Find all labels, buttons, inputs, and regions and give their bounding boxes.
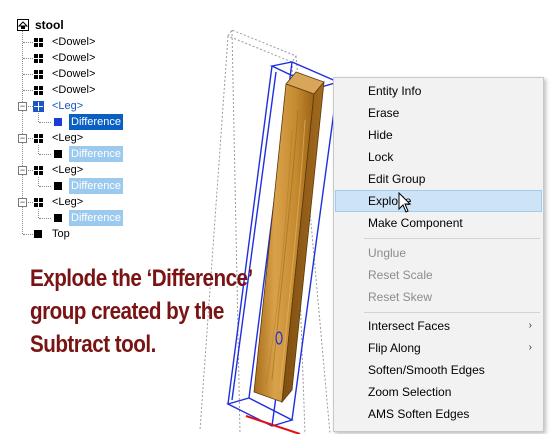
- tree-item-label: <Dowel>: [52, 36, 96, 48]
- tree-item-label: <Dowel>: [52, 52, 96, 64]
- tree-item-dowel[interactable]: <Dowel>: [0, 82, 120, 98]
- tree-line: [28, 106, 33, 107]
- tree-line: [28, 138, 33, 139]
- menu-item-label: Flip Along: [368, 341, 421, 355]
- tree-item-label: <Dowel>: [52, 68, 96, 80]
- tree-line: [39, 186, 51, 187]
- menu-item-unglue[interactable]: Unglue: [335, 242, 542, 264]
- menu-item-label: Unglue: [368, 246, 407, 260]
- collapse-toggle[interactable]: −: [18, 102, 27, 111]
- tree-item-dowel[interactable]: <Dowel>: [0, 66, 120, 82]
- tree-item-leg[interactable]: − <Leg>: [0, 98, 120, 114]
- caption-line: group created by the: [30, 298, 224, 325]
- menu-item-label: Hide: [368, 128, 393, 142]
- tree-item-label: <Leg>: [52, 100, 84, 112]
- menu-item-label: AMS Soften Edges: [368, 407, 470, 421]
- tree-item-label: Difference: [69, 178, 123, 194]
- tree-line: [39, 122, 51, 123]
- tree-item-dowel[interactable]: <Dowel>: [0, 34, 120, 50]
- menu-item-label: Reset Scale: [368, 268, 433, 282]
- tree-line: [23, 74, 33, 75]
- menu-item-label: Make Component: [368, 216, 463, 230]
- menu-item-erase[interactable]: Erase: [335, 102, 542, 124]
- tree-line: [23, 42, 33, 43]
- tree-item-difference[interactable]: Difference: [0, 210, 130, 226]
- solid-component-icon: [54, 214, 62, 222]
- solid-component-icon: [54, 182, 62, 190]
- collapse-toggle[interactable]: −: [18, 198, 27, 207]
- arrow-pointer-icon: [398, 192, 412, 213]
- solid-component-icon: [54, 150, 62, 158]
- menu-item-flip-along[interactable]: Flip Along ›: [335, 337, 542, 359]
- chevron-right-icon: ›: [528, 342, 532, 353]
- collapse-toggle[interactable]: −: [18, 134, 27, 143]
- menu-item-label: Lock: [368, 150, 394, 164]
- menu-item-label: Soften/Smooth Edges: [368, 363, 485, 377]
- group-icon: [34, 86, 43, 95]
- tree-item-label: Difference: [69, 210, 123, 226]
- instruction-caption: Explode the ‘Difference’ group created b…: [30, 262, 271, 361]
- group-icon: [34, 70, 43, 79]
- tree-line: [23, 90, 33, 91]
- menu-item-label: Intersect Faces: [368, 319, 451, 333]
- group-icon: [34, 38, 43, 47]
- menu-item-hide[interactable]: Hide: [335, 124, 542, 146]
- menu-item-label: Zoom Selection: [368, 385, 452, 399]
- tree-item-leg[interactable]: − <Leg>: [0, 194, 120, 210]
- tree-item-top[interactable]: Top: [0, 226, 120, 242]
- menu-item-make-component[interactable]: Make Component: [335, 212, 542, 234]
- group-icon: [34, 198, 43, 207]
- menu-item-intersect-faces[interactable]: Intersect Faces ›: [335, 315, 542, 337]
- group-icon: [33, 101, 44, 112]
- caption-line: Explode the ‘Difference’: [30, 265, 253, 292]
- tree-item-label: Difference: [69, 114, 123, 130]
- menu-item-soften-smooth-edges[interactable]: Soften/Smooth Edges: [335, 359, 542, 381]
- chevron-right-icon: ›: [528, 320, 532, 331]
- context-menu: Entity Info Erase Hide Lock Edit Group E…: [333, 77, 544, 432]
- tree-item-label: <Leg>: [52, 164, 84, 176]
- menu-item-lock[interactable]: Lock: [335, 146, 542, 168]
- tree-item-difference[interactable]: Difference: [0, 146, 130, 162]
- group-icon: [34, 134, 43, 143]
- tree-item-label: Difference: [69, 146, 123, 162]
- collapse-toggle[interactable]: −: [18, 166, 27, 175]
- tree-item-label: Top: [52, 228, 70, 240]
- tree-item-difference[interactable]: Difference: [0, 114, 130, 130]
- tree-line: [28, 170, 33, 171]
- menu-separator: [364, 238, 540, 239]
- tree-item-dowel[interactable]: <Dowel>: [0, 50, 120, 66]
- outliner-panel: stool <Dowel> <Dowel> <Dowel> <Dowel> − …: [0, 0, 200, 250]
- tree-root[interactable]: stool: [0, 17, 120, 33]
- menu-item-label: Reset Skew: [368, 290, 433, 304]
- menu-item-label: Edit Group: [368, 172, 426, 186]
- menu-item-ams-soften-edges[interactable]: AMS Soften Edges: [335, 403, 542, 425]
- menu-item-label: Erase: [368, 106, 400, 120]
- tree-item-label: <Dowel>: [52, 84, 96, 96]
- group-icon: [34, 54, 43, 63]
- tree-root-label: stool: [35, 18, 64, 32]
- tree-item-difference[interactable]: Difference: [0, 178, 130, 194]
- menu-item-entity-info[interactable]: Entity Info: [335, 80, 542, 102]
- tree-item-label: <Leg>: [52, 196, 84, 208]
- tree-line: [39, 218, 51, 219]
- solid-component-icon: [34, 230, 42, 238]
- caption-line: Subtract tool.: [30, 331, 156, 358]
- menu-item-reset-skew[interactable]: Reset Skew: [335, 286, 542, 308]
- tree-line: [23, 58, 33, 59]
- solid-component-icon: [54, 118, 62, 126]
- menu-item-reset-scale[interactable]: Reset Scale: [335, 264, 542, 286]
- tree-item-leg[interactable]: − <Leg>: [0, 130, 120, 146]
- menu-item-explode[interactable]: Explode: [335, 190, 542, 212]
- tree-item-label: <Leg>: [52, 132, 84, 144]
- group-icon: [34, 166, 43, 175]
- tree-line: [23, 234, 33, 235]
- tree-line: [28, 202, 33, 203]
- menu-item-label: Entity Info: [368, 84, 422, 98]
- model-icon: [17, 19, 29, 31]
- menu-separator: [364, 312, 540, 313]
- tree-line: [39, 154, 51, 155]
- menu-item-edit-group[interactable]: Edit Group: [335, 168, 542, 190]
- menu-item-zoom-selection[interactable]: Zoom Selection: [335, 381, 542, 403]
- tree-item-leg[interactable]: − <Leg>: [0, 162, 120, 178]
